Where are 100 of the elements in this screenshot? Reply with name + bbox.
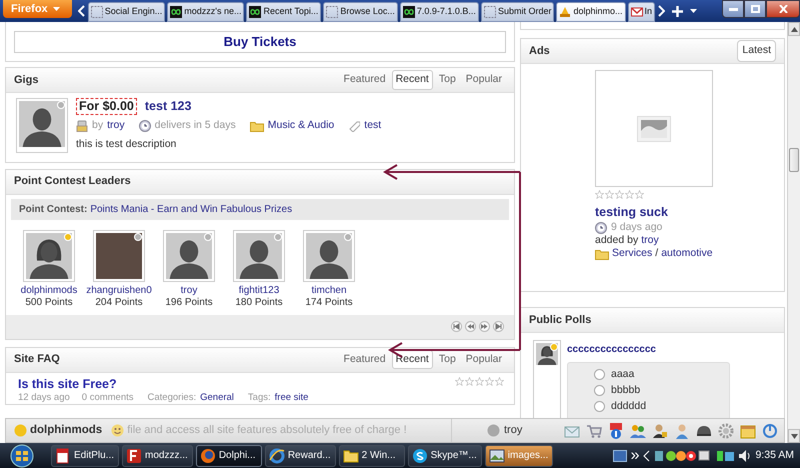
chat-contact-link[interactable]: troy — [504, 422, 522, 439]
tab[interactable]: Top — [434, 350, 460, 370]
browser-tab[interactable]: Recent Topi... — [246, 2, 322, 22]
clock-text: 9:35 AM — [755, 448, 794, 463]
smiley-icon — [111, 424, 124, 437]
next-page-button[interactable] — [479, 321, 490, 332]
member-name-link[interactable]: fightit123 — [238, 284, 280, 296]
panel-title: Point Contest Leaders — [14, 174, 131, 190]
cart-icon[interactable] — [586, 422, 602, 438]
scroll-up-icon[interactable] — [790, 26, 798, 32]
tab[interactable]: Featured — [340, 350, 390, 370]
contest-link[interactable]: Points Mania - Earn and Win Fabulous Prizes — [90, 202, 292, 216]
member-points: 500 Points — [25, 296, 73, 308]
member-name-link[interactable]: timchen — [311, 284, 346, 296]
faq-question-link[interactable]: Is this site Free? — [18, 376, 117, 392]
buy-tickets-button[interactable]: Buy Tickets — [14, 31, 506, 53]
close-button[interactable] — [766, 0, 800, 18]
radio-button[interactable] — [594, 369, 605, 380]
last-page-button[interactable] — [493, 321, 504, 332]
minimize-button[interactable] — [722, 0, 744, 18]
tab[interactable]: Featured — [340, 70, 390, 90]
panel-title: Site FAQ — [14, 352, 60, 368]
first-page-button[interactable] — [451, 321, 462, 332]
tag-link[interactable]: test — [364, 118, 382, 134]
tag-link[interactable]: free site — [274, 392, 308, 404]
subcategory-link[interactable]: automotive — [661, 247, 713, 260]
scrollbar-thumb[interactable] — [789, 148, 799, 172]
taskbar-button[interactable]: Reward... — [264, 444, 336, 466]
folder-icon — [595, 248, 609, 260]
radio-button[interactable] — [594, 401, 605, 412]
taskbar-button[interactable]: Skype™... — [408, 444, 482, 466]
comments-count: 0 comments — [82, 392, 134, 404]
scroll-left-icon[interactable] — [78, 5, 86, 17]
first-page-icon — [452, 322, 461, 331]
scroll-right-icon[interactable] — [657, 5, 666, 17]
power-icon[interactable] — [762, 422, 778, 438]
chat-message: file and access all site features absolutely free of charge ! — [127, 423, 407, 438]
price-tag: For $0.00 — [76, 98, 137, 115]
member-points: 204 Points — [95, 296, 143, 308]
tags-label: Tags: — [248, 392, 271, 404]
last-page-icon — [494, 322, 503, 331]
previous-page-button[interactable] — [465, 321, 476, 332]
gig-description: this is test description — [76, 136, 176, 152]
poll-option-label: aaaa — [611, 366, 634, 382]
maximize-button[interactable] — [744, 0, 766, 18]
category-link[interactable]: General — [200, 392, 234, 404]
categories-label: Categories: — [148, 392, 196, 404]
tray-expand-button[interactable]: » — [630, 444, 640, 468]
browser-tab[interactable]: modzzz's ne... — [167, 2, 244, 22]
author-link[interactable]: troy — [107, 118, 125, 134]
scrollbar[interactable] — [787, 22, 800, 443]
panel-title: Public Polls — [529, 312, 592, 328]
tab[interactable]: Popular — [462, 70, 506, 90]
previous-page-icon — [466, 322, 475, 331]
latest-button[interactable]: Latest — [737, 40, 776, 62]
tab-list-icon[interactable] — [690, 9, 698, 13]
star-icon — [475, 376, 484, 386]
users-icon[interactable] — [630, 422, 646, 438]
ad-date: 9 days ago — [611, 221, 662, 234]
poll-question-link[interactable]: cccccccccccccccc — [567, 342, 656, 357]
notification-icon[interactable] — [608, 422, 624, 438]
tag-icon — [348, 120, 360, 132]
scroll-down-icon[interactable] — [790, 434, 798, 438]
taskbar-button[interactable]: EditPlu... — [51, 444, 120, 466]
settings-icon[interactable] — [718, 422, 734, 438]
by-label: by — [92, 118, 104, 133]
browser-tab[interactable]: Social Engin... — [88, 2, 166, 22]
user-lock-icon[interactable] — [652, 422, 668, 438]
taskbar-button[interactable]: Dolphi... — [196, 444, 262, 466]
minimize-icon — [728, 8, 738, 10]
browser-tab[interactable]: Browse Loc... — [323, 2, 398, 22]
author-link[interactable]: troy — [641, 234, 659, 247]
radio-button[interactable] — [594, 385, 605, 396]
category-link[interactable]: Music & Audio — [268, 118, 334, 134]
browser-tab[interactable]: dolphinmo... — [556, 2, 626, 22]
browser-tab[interactable]: Submit Order — [480, 2, 554, 22]
new-tab-icon[interactable] — [672, 6, 684, 16]
desktop-icon[interactable] — [612, 450, 627, 462]
tab[interactable]: Popular — [462, 350, 506, 370]
member-name-link[interactable]: zhangruishen0 — [86, 284, 152, 296]
ad-title-link[interactable]: testing suck — [595, 204, 668, 218]
member-name-link[interactable]: dolphinmods — [20, 284, 78, 296]
tab[interactable]: Top — [434, 70, 460, 90]
gig-title-link[interactable]: test 123 — [144, 99, 192, 114]
browser-tab[interactable]: In — [628, 2, 656, 22]
calendar-icon[interactable] — [740, 422, 756, 438]
poll-option-label: dddddd — [611, 398, 646, 414]
browser-tab[interactable]: 7.0.9-7.1.0.B... — [400, 2, 479, 22]
tab[interactable]: Recent — [392, 70, 433, 90]
star-icon — [625, 190, 634, 199]
member-points: 196 Points — [165, 296, 213, 308]
taskbar-button[interactable]: 2 Win... — [338, 444, 405, 466]
member-points: 174 Points — [305, 296, 353, 308]
added-by-label: added by — [595, 234, 638, 247]
category-link[interactable]: Services — [612, 247, 652, 260]
taskbar-button[interactable]: modzzz... — [122, 444, 193, 466]
path-separator: / — [655, 247, 658, 260]
start-button[interactable] — [10, 444, 34, 468]
panel-title: Ads — [529, 44, 550, 59]
member-name-link[interactable]: troy — [180, 284, 198, 296]
